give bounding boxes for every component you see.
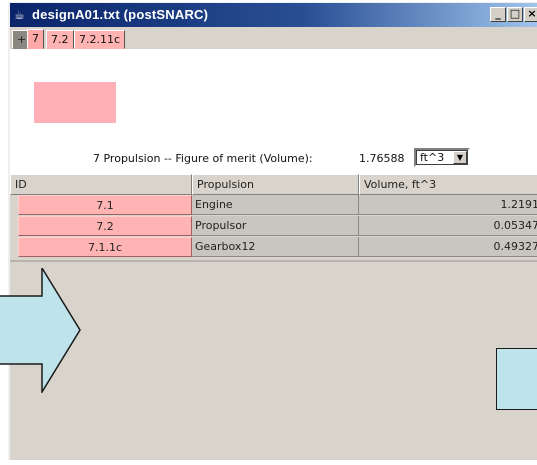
maximize-button[interactable]: □	[507, 7, 523, 22]
table-header: ID Propulsion Volume, ft^3	[10, 174, 537, 195]
content-panel: 7 Propulsion -- Figure of merit (Volume)…	[10, 49, 537, 174]
row-volume[interactable]: 0.053479	[359, 216, 537, 236]
close-button[interactable]: ×	[524, 7, 537, 22]
component-table: ID Propulsion Volume, ft^3 7.1 Engine 1.…	[10, 174, 537, 258]
table-row[interactable]: 7.1 Engine 1.21912	[10, 195, 537, 216]
table-bottom-edge	[10, 260, 537, 262]
minimize-button[interactable]: _	[490, 7, 506, 22]
figure-of-merit-row: 7 Propulsion -- Figure of merit (Volume)…	[10, 148, 537, 170]
column-header-id[interactable]: ID	[10, 174, 192, 195]
title-bar[interactable]: ☕ designA01.txt (postSNARC) _ □ ×	[10, 3, 537, 27]
row-name[interactable]: Gearbox12	[192, 237, 359, 257]
figure-of-merit-value: 1.76588	[359, 152, 405, 165]
column-header-propulsion[interactable]: Propulsion	[192, 174, 359, 195]
tab-7-2-11c[interactable]: 7.2.11c	[74, 30, 126, 49]
row-name[interactable]: Engine	[192, 195, 359, 215]
row-id[interactable]: 7.1	[18, 195, 192, 215]
color-swatch	[34, 82, 116, 123]
right-arrow-icon	[0, 268, 81, 393]
table-row[interactable]: 7.2 Propulsor 0.053479	[10, 216, 537, 237]
java-cup-icon: ☕	[14, 8, 25, 22]
unit-select[interactable]: ft^3 ▼	[414, 148, 470, 167]
row-id[interactable]: 7.1.1c	[18, 237, 192, 257]
tab-7[interactable]: 7	[27, 29, 44, 49]
tab-strip: + 7 7.2 7.2.11c	[10, 27, 537, 49]
row-volume[interactable]: 0.493275	[359, 237, 537, 257]
dropdown-arrow-icon[interactable]: ▼	[453, 151, 467, 164]
row-volume[interactable]: 1.21912	[359, 195, 537, 215]
window-title: designA01.txt (postSNARC)	[32, 7, 209, 22]
figure-of-merit-label: 7 Propulsion -- Figure of merit (Volume)…	[93, 152, 313, 165]
right-arrow-shape	[496, 348, 537, 410]
table-row[interactable]: 7.1.1c Gearbox12 0.493275	[10, 237, 537, 258]
column-header-volume[interactable]: Volume, ft^3	[359, 174, 537, 195]
row-name[interactable]: Propulsor	[192, 216, 359, 236]
screenshot-frame: ☕ designA01.txt (postSNARC) _ □ × + 7 7.…	[0, 0, 537, 465]
tab-7-2[interactable]: 7.2	[46, 30, 74, 49]
unit-select-value: ft^3	[420, 151, 445, 164]
row-id[interactable]: 7.2	[18, 216, 192, 236]
